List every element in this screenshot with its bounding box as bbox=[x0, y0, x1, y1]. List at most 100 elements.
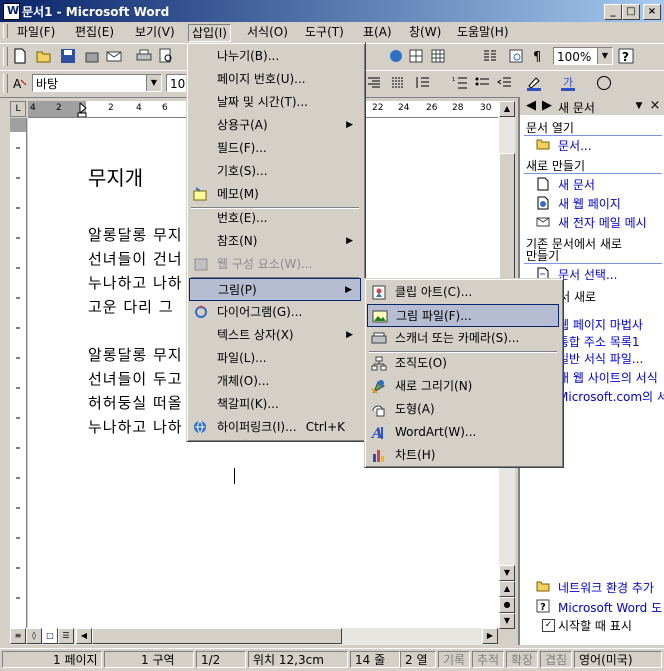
insert-table-icon[interactable] bbox=[430, 48, 446, 64]
menu-window[interactable]: 창(W) bbox=[406, 24, 444, 40]
menu-item-break[interactable]: 나누기(B)... bbox=[189, 45, 361, 68]
submenu-item-org-chart[interactable]: 조직도(O) bbox=[367, 352, 559, 375]
toolbar-grip[interactable] bbox=[3, 47, 8, 66]
menu-item-page-numbers[interactable]: 페이지 번호(U)... bbox=[189, 68, 361, 91]
zoom-combo[interactable]: 100% ▼ bbox=[553, 47, 613, 65]
submenu-item-autoshapes[interactable]: 도형(A) bbox=[367, 398, 559, 421]
outline-view-button[interactable]: ☰ bbox=[58, 628, 74, 644]
menu-view[interactable]: 보기(V) bbox=[132, 24, 178, 40]
forward-arrow-icon[interactable]: ▶ bbox=[538, 98, 556, 114]
submenu-item-new-drawing[interactable]: 새로 그리기(N) bbox=[367, 375, 559, 398]
status-record-macro[interactable]: 기록 bbox=[438, 651, 470, 668]
status-track-changes[interactable]: 추적 bbox=[472, 651, 504, 668]
email-icon[interactable] bbox=[106, 48, 122, 64]
document-map-icon[interactable] bbox=[508, 48, 524, 64]
menu-item-bookmark[interactable]: 책갈피(K)... bbox=[189, 393, 361, 416]
menu-item-file[interactable]: 파일(L)... bbox=[189, 347, 361, 370]
my-website-templates-link[interactable]: 내 웹 사이트의 서식 bbox=[558, 369, 658, 386]
chevron-down-icon[interactable]: ▼ bbox=[146, 75, 161, 91]
menu-item-hyperlink[interactable]: 하이퍼링크(I)... Ctrl+K bbox=[189, 416, 361, 439]
numbering-icon[interactable]: 1 bbox=[452, 75, 468, 91]
submenu-item-wordart[interactable]: A WordArt(W)... bbox=[367, 421, 559, 444]
styles-formatting-icon[interactable]: A bbox=[12, 75, 28, 91]
toolbar-grip[interactable] bbox=[3, 74, 8, 93]
submenu-item-from-file[interactable]: 그림 파일(F)... bbox=[367, 304, 559, 327]
next-page-button[interactable]: ▼ bbox=[499, 613, 515, 629]
print-preview-icon[interactable] bbox=[158, 48, 174, 64]
startup-checkbox[interactable]: ✓ bbox=[542, 619, 555, 632]
print-layout-view-button[interactable]: □ bbox=[42, 628, 58, 644]
menu-item-reference[interactable]: 참조(N) ▶ bbox=[189, 230, 361, 253]
minimize-button[interactable]: _ bbox=[604, 4, 622, 20]
scroll-left-button[interactable]: ◀ bbox=[76, 628, 92, 644]
decrease-indent-icon[interactable] bbox=[496, 75, 512, 91]
print-icon[interactable] bbox=[136, 48, 152, 64]
line-spacing-icon[interactable] bbox=[414, 75, 430, 91]
font-size-combo[interactable]: 10 bbox=[166, 74, 188, 92]
menu-item-object[interactable]: 개체(O)... bbox=[189, 370, 361, 393]
distribute-icon[interactable] bbox=[390, 75, 406, 91]
columns-icon[interactable] bbox=[482, 48, 498, 64]
choose-document-link[interactable]: 문서 선택... bbox=[558, 266, 617, 283]
scroll-down-button[interactable]: ▼ bbox=[499, 565, 515, 581]
align-right-icon[interactable] bbox=[366, 75, 382, 91]
general-templates-link[interactable]: 일반 서식 파일... bbox=[558, 350, 643, 367]
bullets-icon[interactable] bbox=[474, 75, 490, 91]
font-color-icon[interactable]: 가 bbox=[560, 75, 576, 91]
word-app-icon[interactable] bbox=[3, 3, 20, 20]
menu-help[interactable]: 도움말(H) bbox=[454, 24, 512, 40]
address-list-link[interactable]: 통합 주소 목록1 bbox=[558, 333, 640, 350]
menu-edit[interactable]: 편집(E) bbox=[72, 24, 117, 40]
menu-item-symbol[interactable]: 기호(S)... bbox=[189, 160, 361, 183]
submenu-item-scanner-camera[interactable]: 스캐너 또는 카메라(S)... bbox=[367, 327, 559, 350]
maximize-button[interactable]: □ bbox=[622, 4, 640, 20]
normal-view-button[interactable]: ≡ bbox=[10, 628, 26, 644]
menu-item-diagram[interactable]: 다이어그램(G)... bbox=[189, 301, 361, 324]
menu-tools[interactable]: 도구(T) bbox=[302, 24, 347, 40]
horizontal-scrollbar[interactable]: ≡ ◊ □ ☰ ◀ ▶ bbox=[10, 628, 498, 645]
web-page-wizard-link[interactable]: 웹 페이지 마법사 bbox=[558, 316, 643, 333]
menu-item-field[interactable]: 필드(F)... bbox=[189, 137, 361, 160]
highlight-icon[interactable] bbox=[526, 75, 542, 91]
web-view-button[interactable]: ◊ bbox=[26, 628, 42, 644]
close-button[interactable]: × bbox=[643, 4, 661, 20]
new-web-page-link[interactable]: 새 웹 페이지 bbox=[558, 195, 621, 212]
scroll-right-button[interactable]: ▶ bbox=[482, 628, 498, 644]
menubar-grip[interactable] bbox=[3, 24, 8, 38]
submenu-item-clip-art[interactable]: 클립 아트(C)... bbox=[367, 281, 559, 304]
enclosed-char-icon[interactable] bbox=[596, 75, 612, 91]
menu-format[interactable]: 서식(O) bbox=[244, 24, 291, 40]
new-email-link[interactable]: 새 전자 메일 메시 bbox=[558, 214, 647, 231]
menu-item-comment[interactable]: 메모(M) bbox=[189, 183, 361, 206]
open-document-link[interactable]: 문서... bbox=[558, 137, 592, 154]
status-overtype[interactable]: 겹침 bbox=[540, 651, 572, 668]
chevron-down-icon[interactable]: ▼ bbox=[597, 48, 612, 64]
save-icon[interactable] bbox=[60, 48, 76, 64]
open-folder-icon[interactable] bbox=[36, 48, 52, 64]
vertical-ruler[interactable] bbox=[10, 118, 27, 628]
tab-selector[interactable]: L bbox=[10, 101, 26, 117]
microsoft-com-templates-link[interactable]: Microsoft.com의 서 bbox=[558, 388, 664, 405]
status-extend[interactable]: 확장 bbox=[506, 651, 538, 668]
show-hide-icon[interactable]: ¶ bbox=[530, 48, 546, 64]
word-help-link[interactable]: Microsoft Word 도 bbox=[558, 599, 662, 616]
hyperlink-icon[interactable] bbox=[388, 48, 404, 64]
font-name-combo[interactable]: 바탕 ▼ bbox=[32, 74, 162, 92]
menu-table[interactable]: 표(A) bbox=[360, 24, 395, 40]
previous-page-button[interactable]: ▲ bbox=[499, 581, 515, 597]
menu-item-numbering[interactable]: 번호(E)... bbox=[189, 207, 361, 230]
add-network-place-link[interactable]: 네트워크 환경 추가 bbox=[558, 579, 654, 596]
new-document-icon[interactable] bbox=[12, 48, 28, 64]
menu-item-autotext[interactable]: 상용구(A) ▶ bbox=[189, 114, 361, 137]
select-browse-object-button[interactable]: ● bbox=[499, 597, 515, 613]
horizontal-scroll-thumb[interactable] bbox=[92, 628, 342, 644]
submenu-item-chart[interactable]: 차트(H) bbox=[367, 444, 559, 467]
scroll-up-button[interactable]: ▲ bbox=[499, 101, 515, 117]
help-icon[interactable]: ? bbox=[618, 48, 634, 64]
tables-borders-icon[interactable] bbox=[408, 48, 424, 64]
menu-insert[interactable]: 삽입(I) bbox=[188, 24, 231, 42]
menu-item-text-box[interactable]: 텍스트 상자(X) ▶ bbox=[189, 324, 361, 347]
new-blank-document-link[interactable]: 새 문서 bbox=[558, 176, 595, 193]
menu-item-date-time[interactable]: 날짜 및 시간(T)... bbox=[189, 91, 361, 114]
menu-file[interactable]: 파일(F) bbox=[14, 24, 58, 40]
